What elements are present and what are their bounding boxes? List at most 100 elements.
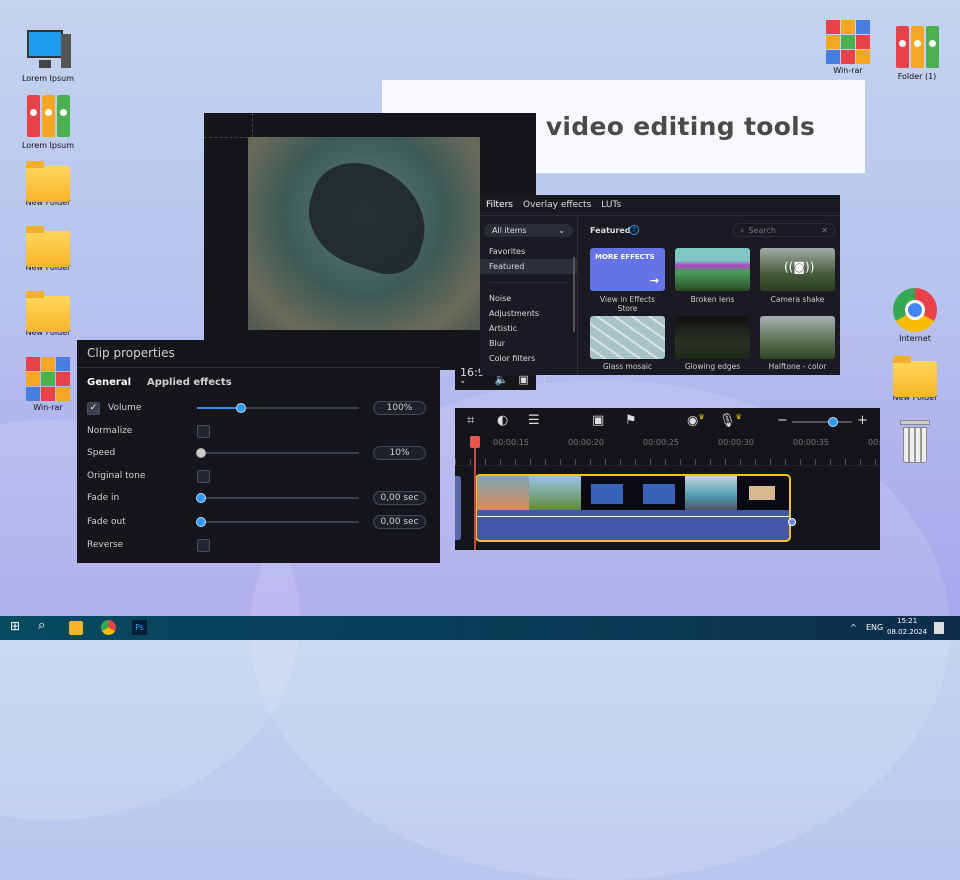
search-placeholder: Search (748, 226, 776, 235)
binders-icon (894, 26, 940, 70)
tray-chevron-icon[interactable]: ^ (850, 623, 857, 632)
desktop-icon-label: Internet (899, 334, 931, 343)
sidebar-item-noise[interactable]: Noise (480, 291, 577, 306)
speed-slider[interactable] (196, 448, 359, 458)
zoom-slider[interactable] (792, 417, 852, 427)
settings-sliders-icon[interactable]: ☰ (528, 413, 540, 428)
clear-icon[interactable]: ✕ (821, 226, 828, 235)
photoshop-icon[interactable]: Ps (132, 620, 147, 635)
tick-label: 00:00:35 (793, 438, 829, 447)
computer-icon (25, 28, 71, 72)
search-icon[interactable]: ⌕ (38, 618, 45, 633)
category-dropdown[interactable]: All items ⌄ (484, 224, 573, 237)
desktop-icon-folder-1[interactable]: Folder (1) (882, 26, 952, 81)
search-input[interactable]: ⌕ Search ✕ (733, 223, 835, 237)
playhead[interactable] (470, 436, 480, 550)
desktop-icon-internet[interactable]: Internet (880, 288, 950, 343)
sidebar-item-artistic[interactable]: Artistic (480, 321, 577, 336)
fade-out-value[interactable]: 0,00 sec (373, 515, 426, 529)
volume-checkbox[interactable]: ✓ (87, 401, 100, 415)
desktop-icon-label: Win-rar (33, 403, 63, 412)
marker-flag-icon[interactable]: ⚑ (625, 413, 637, 428)
effect-broken-lens[interactable] (675, 248, 750, 291)
desktop-icon-new-folder[interactable]: New Folder (13, 160, 83, 207)
tab-filters[interactable]: Filters (486, 200, 513, 210)
taskbar: ⊞ ⌕ Ps ^ ENG 15:21 08.02.2024 (0, 616, 960, 640)
tick-label: 00:00:30 (718, 438, 754, 447)
effect-label: View in Effects Store (600, 295, 655, 313)
desktop-icon-new-folder[interactable]: New Folder (13, 290, 83, 337)
microphone-icon[interactable]: 🎙♛ (719, 413, 742, 428)
language-indicator[interactable]: ENG (866, 623, 883, 632)
help-icon[interactable]: ? (629, 225, 639, 235)
fade-in-slider[interactable] (196, 493, 359, 503)
zoom-in-icon[interactable]: + (857, 413, 868, 428)
windows-start-icon[interactable]: ⊞ (10, 619, 20, 633)
effect-glowing-edges[interactable] (675, 316, 750, 359)
folder-icon (26, 161, 70, 202)
volume-slider[interactable] (197, 403, 359, 413)
video-clip[interactable] (475, 474, 791, 542)
desktop-icon-lorem-ipsum[interactable]: Lorem Ipsum (13, 28, 83, 83)
scrollbar[interactable] (573, 257, 575, 332)
desktop-icon-new-folder[interactable]: New Folder (13, 225, 83, 272)
sidebar-item-favorites[interactable]: Favorites (480, 244, 577, 259)
sidebar-item-featured[interactable]: Featured (480, 259, 577, 274)
effect-glass-mosaic[interactable] (590, 316, 665, 359)
fade-out-slider[interactable] (196, 517, 359, 527)
volume-handle[interactable] (788, 518, 796, 526)
original-tone-checkbox[interactable] (197, 469, 210, 483)
desktop-icon-win-rar[interactable]: Win-rar (813, 20, 883, 75)
more-effects-label: MORE EFFECTS (595, 253, 655, 261)
section-title: Featured (590, 226, 631, 235)
transition-icon[interactable]: ▣ (592, 413, 604, 428)
effect-camera-shake[interactable]: ((◙)) (760, 248, 835, 291)
effect-label: Halftone - color (768, 362, 827, 371)
recycle-bin[interactable] (880, 420, 950, 466)
chrome-icon[interactable] (101, 620, 116, 635)
sidebar-item-color-filters[interactable]: Color filters (480, 351, 577, 366)
speed-label: Speed (87, 448, 116, 458)
notifications-icon[interactable] (934, 622, 944, 634)
sidebar-item-adjustments[interactable]: Adjustments (480, 306, 577, 321)
volume-value[interactable]: 100% (373, 401, 426, 415)
file-explorer-icon[interactable] (69, 621, 83, 635)
tick-label: 00:00:15 (493, 438, 529, 447)
desktop-icon-lorem-ipsum-2[interactable]: Lorem Ipsum (13, 95, 83, 150)
dropdown-value: All items (492, 226, 527, 235)
panel-title: Clip properties (77, 340, 440, 368)
time-ruler[interactable]: 00:00:15 00:00:20 00:00:25 00:00:30 00:0… (455, 436, 881, 466)
effect-halftone-color[interactable] (760, 316, 835, 359)
tab-general[interactable]: General (87, 377, 131, 388)
color-adjust-icon[interactable]: ◐ (497, 413, 508, 428)
sidebar-item-blur[interactable]: Blur (480, 336, 577, 351)
tick-label: 00:00:20 (568, 438, 604, 447)
effect-label: Glowing edges (684, 362, 741, 371)
speed-value[interactable]: 10% (373, 446, 426, 460)
desktop-icon-label: Win-rar (833, 66, 863, 75)
webcam-icon[interactable]: ◉♛ (687, 413, 705, 428)
desktop-icon-new-folder[interactable]: New Folder (880, 355, 950, 402)
folder-icon (26, 291, 70, 332)
camera-shake-icon: ((◙)) (784, 260, 815, 274)
clock-time[interactable]: 15:21 (897, 617, 917, 625)
tab-applied-effects[interactable]: Applied effects (147, 377, 232, 388)
reverse-checkbox[interactable] (197, 538, 210, 552)
video-frame (248, 137, 480, 330)
tab-overlay-effects[interactable]: Overlay effects (523, 200, 591, 210)
arrow-right-icon: → (649, 274, 659, 287)
crop-icon[interactable]: ⌗ (467, 413, 474, 428)
fade-in-value[interactable]: 0,00 sec (373, 491, 426, 505)
chrome-icon (892, 288, 938, 332)
tick-label: 00: (868, 438, 881, 447)
clock-date[interactable]: 08.02.2024 (887, 628, 927, 636)
tab-luts[interactable]: LUTs (601, 200, 621, 210)
binders-icon (25, 95, 71, 139)
zoom-out-icon[interactable]: − (777, 413, 788, 428)
chevron-down-icon: ⌄ (558, 226, 565, 235)
desktop-icon-win-rar[interactable]: Win-rar (13, 357, 83, 412)
normalize-checkbox[interactable] (197, 424, 210, 438)
more-effects-tile[interactable]: MORE EFFECTS → (590, 248, 665, 291)
desktop-icon-label: Lorem Ipsum (21, 141, 75, 150)
fade-in-label: Fade in (87, 493, 120, 503)
